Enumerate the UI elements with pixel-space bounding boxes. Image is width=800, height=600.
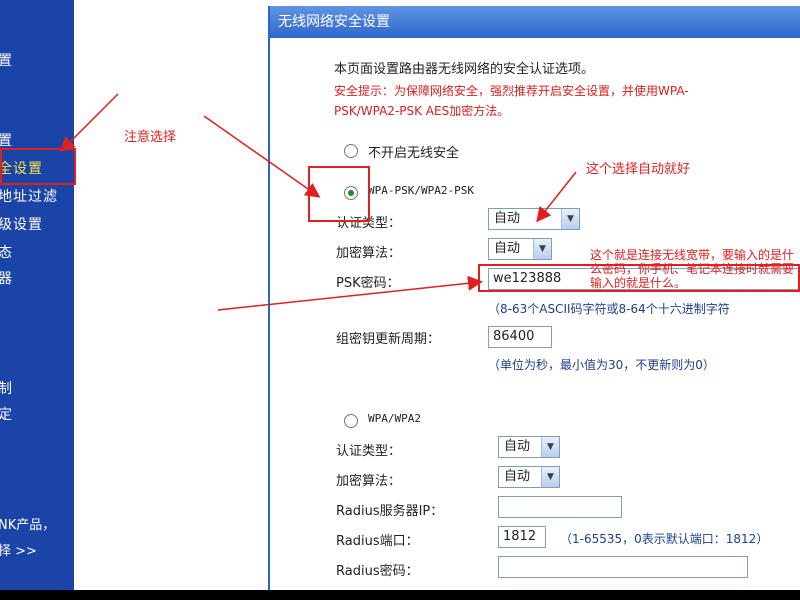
chevron-down-icon: ▼: [541, 437, 559, 457]
annotation-box-wpa-psk: [308, 166, 370, 222]
sidebar-item-control[interactable]: 制: [0, 378, 13, 398]
chevron-down-icon: ▼: [541, 467, 559, 487]
sidebar-footer-link[interactable]: 择 >>: [0, 540, 37, 559]
chevron-down-icon: ▼: [533, 239, 551, 259]
radius-port-hint: （1-65535，0表示默认端口：1812）: [560, 532, 769, 546]
sidebar-item-binding[interactable]: 定: [0, 404, 13, 424]
psk-hint: （8-63个ASCII码字符或8-64个十六进制字符: [488, 302, 730, 316]
annotation-auto-note: 这个选择自动就好: [586, 162, 691, 177]
intro-text: 本页面设置路由器无线网络的安全认证选项。: [334, 62, 595, 77]
chevron-down-icon: ▼: [561, 209, 579, 229]
encryption2-value: 自动: [504, 469, 531, 484]
auth2-type-value: 自动: [504, 439, 531, 454]
sidebar-item-mac-filter[interactable]: 地址过滤: [0, 186, 58, 206]
security-tip-line2: PSK/WPA2-PSK AES加密方法。: [334, 104, 510, 118]
radio-wpa-enterprise[interactable]: [344, 414, 358, 428]
psk-label: PSK密码：: [336, 276, 400, 291]
auth-type-value: 自动: [494, 211, 521, 226]
sidebar-item-basic[interactable]: 置: [0, 130, 13, 150]
auth2-type-select[interactable]: 自动 ▼: [498, 436, 560, 458]
sidebar-highlight-box: [0, 148, 76, 185]
label-wpa-psk: WPA-PSK/WPA2-PSK: [368, 184, 474, 197]
radius-ip-label: Radius服务器IP：: [336, 504, 444, 519]
encryption-label: 加密算法：: [336, 246, 402, 261]
radius-port-input[interactable]: 1812: [498, 526, 546, 548]
group-key-label: 组密钥更新周期：: [336, 332, 441, 347]
encryption2-select[interactable]: 自动 ▼: [498, 466, 560, 488]
group-key-value: 86400: [493, 329, 535, 344]
sidebar-footer-text: NK产品，: [0, 518, 56, 533]
radio-disable-security[interactable]: [344, 144, 358, 158]
sidebar-item-advanced[interactable]: 级设置: [0, 214, 43, 234]
bottom-border: [0, 590, 800, 600]
encryption-value: 自动: [494, 241, 521, 256]
panel-title: 无线网络安全设置: [270, 6, 800, 38]
radius-password-input[interactable]: [498, 556, 748, 578]
label-disable-security: 不开启无线安全: [368, 146, 460, 161]
encryption2-label: 加密算法：: [336, 474, 402, 489]
radius-port-value: 1812: [503, 529, 537, 544]
sidebar-item-router[interactable]: 器: [0, 268, 13, 288]
radius-port-label: Radius端口：: [336, 534, 419, 549]
group-key-hint: （单位为秒，最小值为30，不更新则为0）: [488, 358, 715, 372]
group-key-input[interactable]: 86400: [488, 326, 552, 348]
label-wpa-enterprise: WPA/WPA2: [368, 412, 421, 425]
security-panel: 无线网络安全设置 本页面设置路由器无线网络的安全认证选项。 安全提示：为保障网络…: [268, 6, 800, 600]
encryption-select[interactable]: 自动 ▼: [488, 238, 552, 260]
sidebar-item-status[interactable]: 态: [0, 242, 13, 262]
sidebar: 置 置 全设置 地址过滤 级设置 态 器 制 定 NK产品， 择 >>: [0, 0, 74, 590]
sidebar-item-settings[interactable]: 置: [0, 50, 13, 70]
radius-ip-input[interactable]: [498, 496, 622, 518]
auth2-type-label: 认证类型：: [336, 444, 402, 459]
annotation-select-note: 注意选择: [124, 130, 177, 145]
auth-type-select[interactable]: 自动 ▼: [488, 208, 580, 230]
annotation-psk-note: 这个就是连接无线宽带，要输入的是什么密码，你手机、笔记本连接时就需要输入的就是什…: [590, 248, 795, 290]
radius-password-label: Radius密码：: [336, 564, 419, 579]
security-tip-line1: 安全提示：为保障网络安全，强烈推荐开启安全设置，并使用WPA-: [334, 84, 689, 98]
